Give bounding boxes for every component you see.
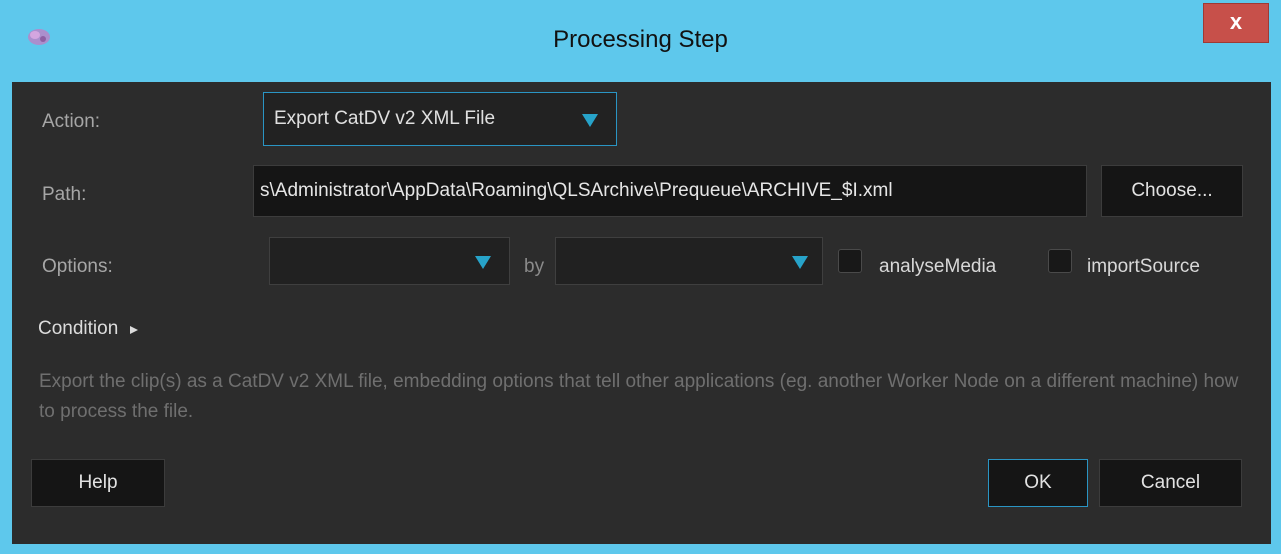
analyse-media-checkbox[interactable]	[838, 249, 862, 273]
import-source-label: importSource	[1087, 256, 1200, 277]
close-button[interactable]: x	[1203, 3, 1269, 43]
action-dropdown-value: Export CatDV v2 XML File	[274, 108, 496, 129]
options-label: Options:	[42, 256, 113, 277]
title-bar: Processing Step x	[0, 0, 1281, 82]
expand-arrow-icon	[129, 325, 138, 334]
chevron-down-icon	[582, 114, 598, 127]
dialog-body: Action: Export CatDV v2 XML File Path: s…	[12, 82, 1271, 544]
condition-label: Condition	[38, 318, 119, 339]
chevron-down-icon	[792, 256, 808, 269]
path-label: Path:	[42, 184, 87, 205]
analyse-media-label: analyseMedia	[879, 256, 997, 277]
path-input[interactable]: s\Administrator\AppData\Roaming\QLSArchi…	[253, 165, 1087, 217]
condition-toggle[interactable]: Condition	[38, 318, 139, 340]
action-label: Action:	[42, 111, 101, 132]
choose-button[interactable]: Choose...	[1101, 165, 1243, 217]
action-dropdown[interactable]: Export CatDV v2 XML File	[263, 92, 617, 146]
help-button[interactable]: Help	[31, 459, 165, 507]
cancel-button[interactable]: Cancel	[1099, 459, 1242, 507]
options-dropdown[interactable]	[269, 237, 510, 285]
by-dropdown[interactable]	[555, 237, 823, 285]
chevron-down-icon	[475, 256, 491, 269]
by-label: by	[524, 256, 545, 277]
ok-button[interactable]: OK	[988, 459, 1088, 507]
action-description: Export the clip(s) as a CatDV v2 XML fil…	[39, 371, 1239, 422]
import-source-checkbox[interactable]	[1048, 249, 1072, 273]
window-title: Processing Step	[553, 26, 728, 53]
